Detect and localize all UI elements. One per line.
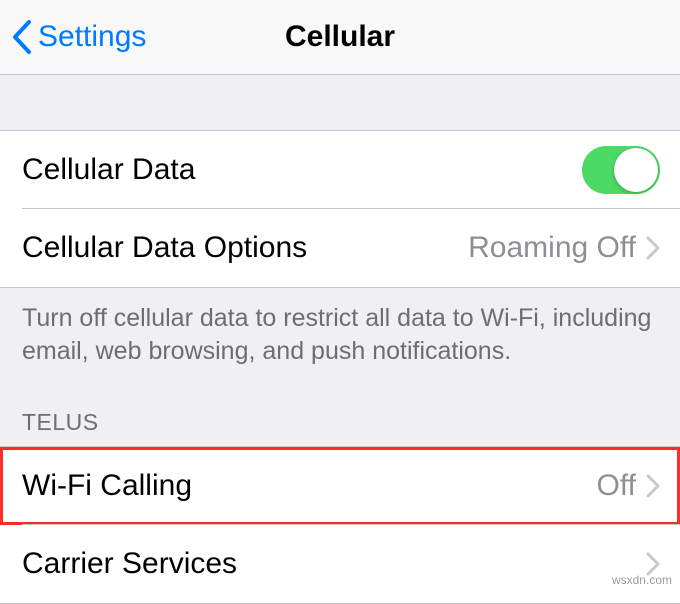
page-title: Cellular: [285, 20, 395, 54]
watermark: wsxdn.com: [612, 573, 672, 587]
chevron-right-icon: [646, 236, 660, 260]
cellular-data-options-label: Cellular Data Options: [22, 231, 307, 265]
settings-group-cellular: Cellular Data Cellular Data Options Roam…: [0, 130, 680, 288]
row-wifi-calling[interactable]: Wi-Fi Calling Off: [0, 447, 680, 525]
row-cellular-data-options[interactable]: Cellular Data Options Roaming Off: [0, 209, 680, 287]
back-button[interactable]: Settings: [0, 20, 146, 54]
settings-group-carrier: Wi-Fi Calling Off Carrier Services: [0, 446, 680, 604]
cellular-data-toggle[interactable]: [582, 146, 660, 194]
cellular-data-label: Cellular Data: [22, 153, 195, 187]
chevron-right-icon: [646, 474, 660, 498]
cellular-data-options-value: Roaming Off: [468, 231, 636, 265]
row-accessory: Roaming Off: [468, 231, 660, 265]
carrier-services-label: Carrier Services: [22, 547, 237, 581]
navigation-bar: Settings Cellular: [0, 0, 680, 75]
section-header-carrier: TELUS: [0, 367, 680, 446]
group-footer-text: Turn off cellular data to restrict all d…: [0, 288, 680, 367]
toggle-knob: [614, 148, 658, 192]
spacer: [0, 75, 680, 130]
row-carrier-services[interactable]: Carrier Services: [0, 525, 680, 603]
wifi-calling-value: Off: [597, 469, 636, 503]
chevron-left-icon: [12, 20, 32, 54]
row-cellular-data[interactable]: Cellular Data: [0, 131, 680, 209]
wifi-calling-label: Wi-Fi Calling: [22, 469, 192, 503]
row-accessory: Off: [597, 469, 660, 503]
back-label: Settings: [38, 20, 146, 54]
